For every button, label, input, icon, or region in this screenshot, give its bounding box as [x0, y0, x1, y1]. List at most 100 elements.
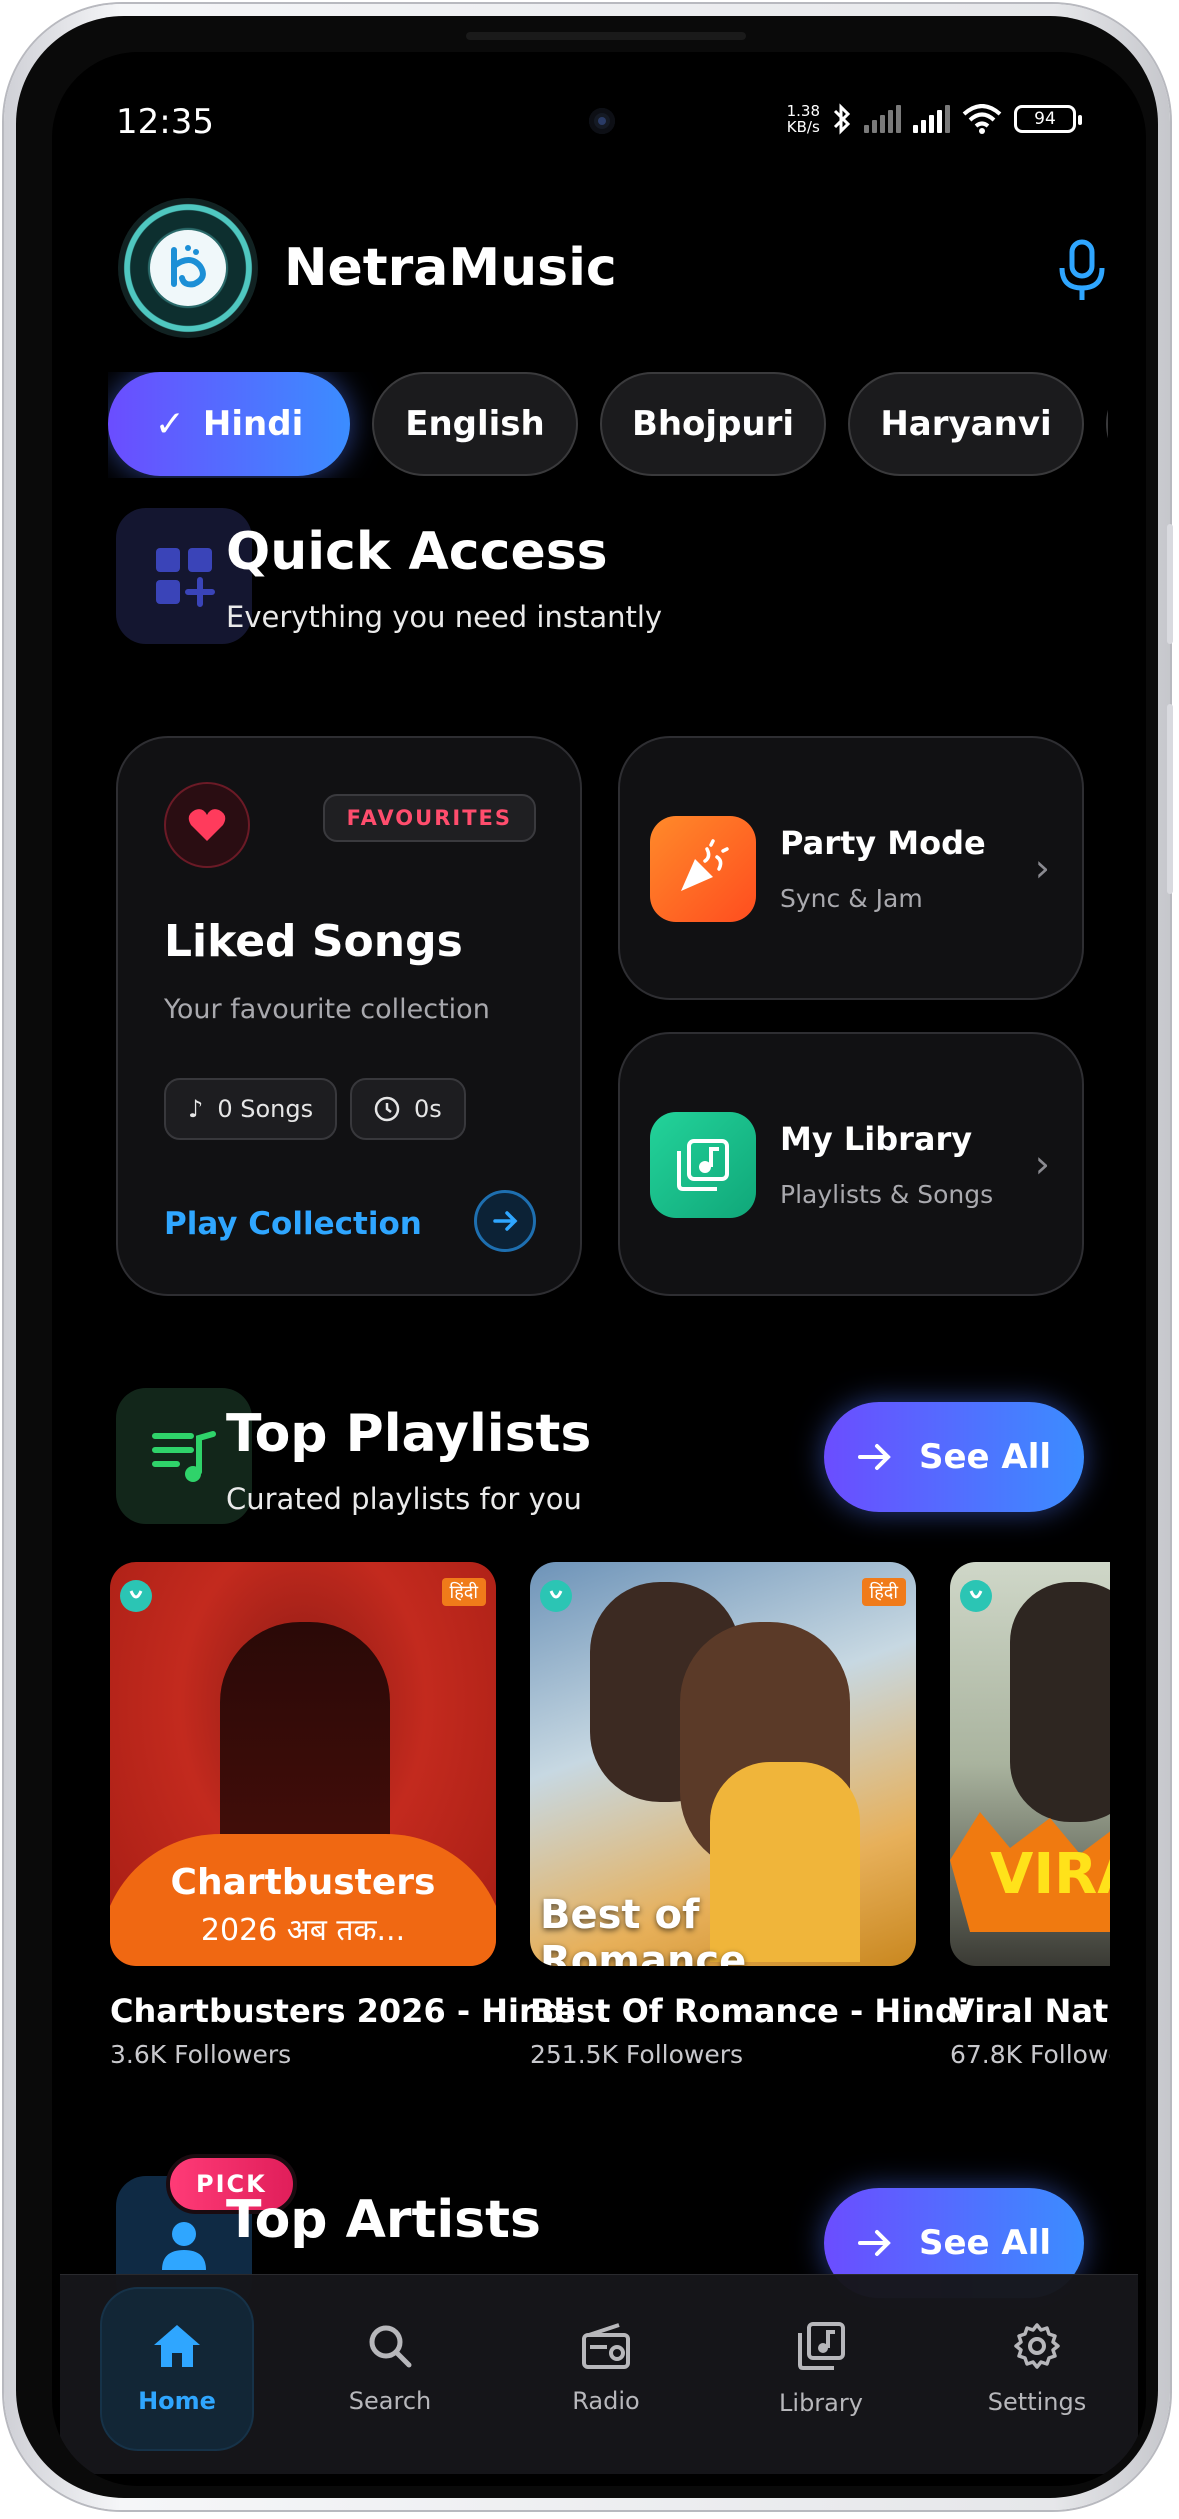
playlist-name: Viral Nation: [950, 1992, 1110, 2030]
library-music-icon: [650, 1112, 756, 1218]
status-icons: 1.38 KB/s 94: [787, 102, 1082, 136]
bottom-navigation: Home Search Radio Library Settings: [60, 2274, 1138, 2474]
chip-label: Hindi: [202, 404, 304, 444]
song-count-chip: ♪ 0 Songs: [164, 1078, 338, 1140]
app-title: NetraMusic: [284, 238, 617, 298]
radio-icon: [582, 2323, 630, 2369]
duration: 0s: [414, 1095, 442, 1123]
saavn-logo-icon: [120, 1580, 152, 1612]
search-icon: [369, 2325, 412, 2368]
chip-label: Haryanvi: [880, 404, 1052, 444]
duration-chip: 0s: [350, 1078, 466, 1140]
favourites-badge: FAVOURITES: [322, 794, 536, 842]
screen: 12:35 1.38 KB/s 94 NetraMusic ✓ Hindi En…: [52, 52, 1146, 2486]
playlist-carousel: Chartbusters 2026 अब तक... हिंदी Chartbu…: [110, 1562, 1110, 2102]
playlist-card[interactable]: Best of Romance हिंदी Best Of Romance - …: [530, 1562, 969, 2069]
music-note-icon: ♪: [188, 1095, 204, 1123]
my-library-card[interactable]: My Library Playlists & Songs ›: [618, 1032, 1084, 1296]
liked-songs-card[interactable]: FAVOURITES Liked Songs Your favourite co…: [116, 736, 582, 1296]
cell-signal-2-icon: [913, 105, 950, 133]
playlist-followers: 3.6K Followers: [110, 2040, 292, 2069]
see-all-playlists-button[interactable]: See All: [824, 1402, 1084, 1512]
play-collection-link[interactable]: Play Collection: [164, 1206, 422, 1242]
nav-home[interactable]: Home: [102, 2289, 252, 2449]
party-mode-card[interactable]: Party Mode Sync & Jam ›: [618, 736, 1084, 1000]
chip-label: Bhojpuri: [631, 404, 795, 444]
phone-frame: 12:35 1.38 KB/s 94 NetraMusic ✓ Hindi En…: [4, 4, 1173, 2510]
my-library-title: My Library: [780, 1120, 973, 1158]
nav-search[interactable]: Search: [315, 2289, 465, 2449]
party-popper-icon: [650, 816, 756, 922]
bluetooth-icon: [833, 103, 851, 135]
network-speed-unit: KB/s: [786, 118, 820, 136]
power-button: [1167, 704, 1173, 894]
playlist-card[interactable]: Chartbusters 2026 अब तक... हिंदी Chartbu…: [110, 1562, 576, 2069]
chip-label: English: [405, 404, 545, 444]
nav-label: Library: [779, 2389, 863, 2417]
battery-icon: 94: [1014, 105, 1082, 133]
party-mode-subtitle: Sync & Jam: [780, 884, 923, 913]
artist-figure: [1010, 1582, 1110, 1822]
status-time: 12:35: [116, 102, 214, 142]
party-mode-title: Party Mode: [780, 824, 986, 862]
nav-library[interactable]: Library: [746, 2289, 896, 2449]
arrow-right-icon[interactable]: [474, 1190, 536, 1252]
chip-more[interactable]: [1106, 372, 1108, 476]
volume-button: [1167, 524, 1173, 644]
language-tag: हिंदी: [861, 1578, 906, 1606]
saavn-logo-icon: [540, 1580, 572, 1612]
library-icon: [798, 2322, 845, 2370]
language-chips: ✓ Hindi English Bhojpuri Haryanvi: [108, 372, 1108, 478]
nav-radio[interactable]: Radio: [531, 2289, 681, 2449]
see-all-label: See All: [918, 1437, 1052, 1477]
chip-english[interactable]: English: [372, 372, 578, 476]
nav-label: Home: [138, 2387, 216, 2415]
music-logo-icon: [171, 245, 206, 288]
cell-signal-1-icon: [864, 105, 901, 133]
nav-label: Search: [348, 2387, 432, 2415]
see-all-label: See All: [918, 2223, 1052, 2263]
saavn-logo-icon: [960, 1580, 992, 1612]
cover-subtitle: 2026 अब तक...: [200, 1913, 406, 1948]
nav-label: Settings: [987, 2388, 1087, 2416]
check-icon: ✓: [154, 403, 185, 445]
chip-haryanvi[interactable]: Haryanvi: [848, 372, 1084, 476]
song-count: 0 Songs: [217, 1095, 314, 1123]
playlist-cover: Best of Romance हिंदी: [530, 1562, 916, 1966]
arrow-right-icon: [857, 1444, 891, 1470]
playlist-name: Chartbusters 2026 - Hindi: [110, 1992, 576, 2030]
playlist-cover: VIRA: [950, 1562, 1110, 1966]
liked-songs-subtitle: Your favourite collection: [164, 994, 490, 1025]
cover-title: Best of Romance: [540, 1892, 747, 1966]
playlist-card[interactable]: VIRA Viral Nation 67.8K Followers: [950, 1562, 1110, 2069]
liked-songs-title: Liked Songs: [164, 916, 463, 967]
arrow-right-icon: [857, 2230, 891, 2256]
network-speed-value: 1.38: [786, 102, 820, 120]
my-library-subtitle: Playlists & Songs: [780, 1180, 994, 1209]
heart-icon: [164, 782, 250, 868]
mic-icon[interactable]: [1052, 238, 1112, 302]
nav-label: Radio: [572, 2387, 640, 2415]
cover-title: Chartbusters: [170, 1862, 436, 1903]
cover-title: VIRA: [990, 1842, 1110, 1907]
language-tag: हिंदी: [441, 1578, 486, 1606]
home-icon: [154, 2325, 200, 2367]
chip-bhojpuri[interactable]: Bhojpuri: [600, 372, 826, 476]
wifi-icon: [962, 104, 1002, 134]
status-bar: 12:35 1.38 KB/s 94: [52, 52, 1146, 172]
nav-settings[interactable]: Settings: [962, 2289, 1112, 2449]
front-camera: [589, 108, 615, 134]
playlist-followers: 251.5K Followers: [530, 2040, 744, 2069]
playlist-followers: 67.8K Followers: [950, 2040, 1110, 2069]
top-playlists-subtitle: Curated playlists for you: [226, 1482, 582, 1516]
quick-access-subtitle: Everything you need instantly: [226, 600, 663, 634]
top-playlists-title: Top Playlists: [226, 1404, 592, 1464]
chevron-right-icon: ›: [1034, 846, 1050, 890]
phone-bezel: 12:35 1.38 KB/s 94 NetraMusic ✓ Hindi En…: [16, 16, 1158, 2498]
earpiece: [466, 32, 746, 40]
chip-hindi[interactable]: ✓ Hindi: [108, 372, 350, 476]
chevron-right-icon: ›: [1034, 1142, 1050, 1186]
quick-access-title: Quick Access: [226, 522, 608, 582]
network-speed: 1.38 KB/s: [787, 103, 820, 135]
playlist-cover: Chartbusters 2026 अब तक... हिंदी: [110, 1562, 496, 1966]
